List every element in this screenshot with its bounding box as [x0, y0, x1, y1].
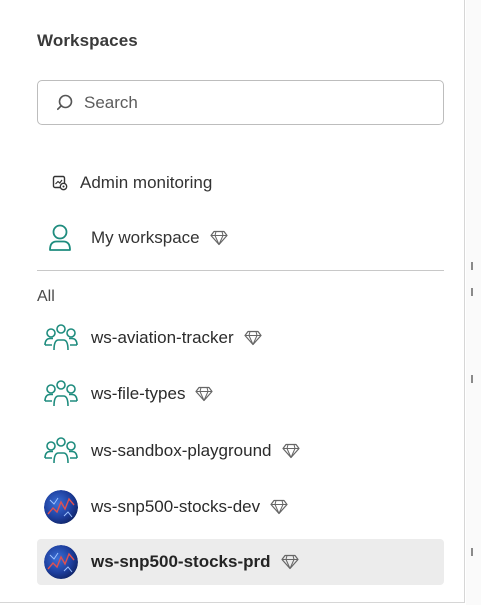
workspace-name: ws-file-types [91, 384, 186, 403]
person-icon [47, 223, 73, 253]
premium-diamond-icon [281, 443, 300, 459]
workspace-item-ws-aviation-tracker[interactable]: ws-aviation-tracker [37, 315, 444, 361]
workspace-group-icon [43, 320, 79, 356]
workspace-image-avatar [43, 489, 79, 525]
search-input[interactable] [84, 82, 424, 123]
workspace-image-avatar [43, 544, 79, 580]
divider [37, 270, 444, 271]
search-box[interactable] [37, 80, 444, 125]
background-text-fragment [471, 262, 473, 270]
workspace-name: ws-snp500-stocks-dev [91, 497, 261, 516]
section-label-all: All [37, 288, 55, 305]
premium-diamond-icon [270, 499, 288, 515]
workspace-item-ws-snp500-stocks-dev[interactable]: ws-snp500-stocks-dev [37, 484, 444, 530]
premium-diamond-icon [195, 386, 214, 402]
premium-diamond-icon [244, 330, 262, 346]
nav-admin-monitoring[interactable]: Admin monitoring [37, 163, 444, 203]
admin-monitoring-icon [52, 175, 68, 191]
workspace-item-ws-sandbox-playground[interactable]: ws-sandbox-playground [37, 428, 444, 474]
workspace-group-icon [43, 376, 79, 412]
workspace-name: ws-snp500-stocks-prd [91, 552, 271, 571]
nav-my-workspace[interactable]: My workspace [37, 218, 444, 258]
panel-title: Workspaces [37, 31, 138, 50]
premium-diamond-icon [280, 554, 299, 570]
search-icon [56, 93, 77, 113]
background-page-edge [466, 0, 481, 605]
workspace-item-ws-snp500-stocks-prd[interactable]: ws-snp500-stocks-prd [37, 539, 444, 585]
workspace-group-icon [43, 433, 79, 469]
background-text-fragment [471, 288, 473, 296]
workspace-item-ws-file-types[interactable]: ws-file-types [37, 371, 444, 417]
background-text-fragment [471, 375, 473, 383]
my-workspace-label: My workspace [91, 228, 200, 247]
workspace-name: ws-aviation-tracker [91, 328, 234, 347]
background-text-fragment [471, 548, 473, 556]
workspace-name: ws-sandbox-playground [91, 441, 272, 460]
workspaces-panel: Workspaces Admin monitoring [0, 0, 465, 603]
premium-diamond-icon [210, 230, 228, 246]
admin-monitoring-label: Admin monitoring [80, 173, 213, 192]
